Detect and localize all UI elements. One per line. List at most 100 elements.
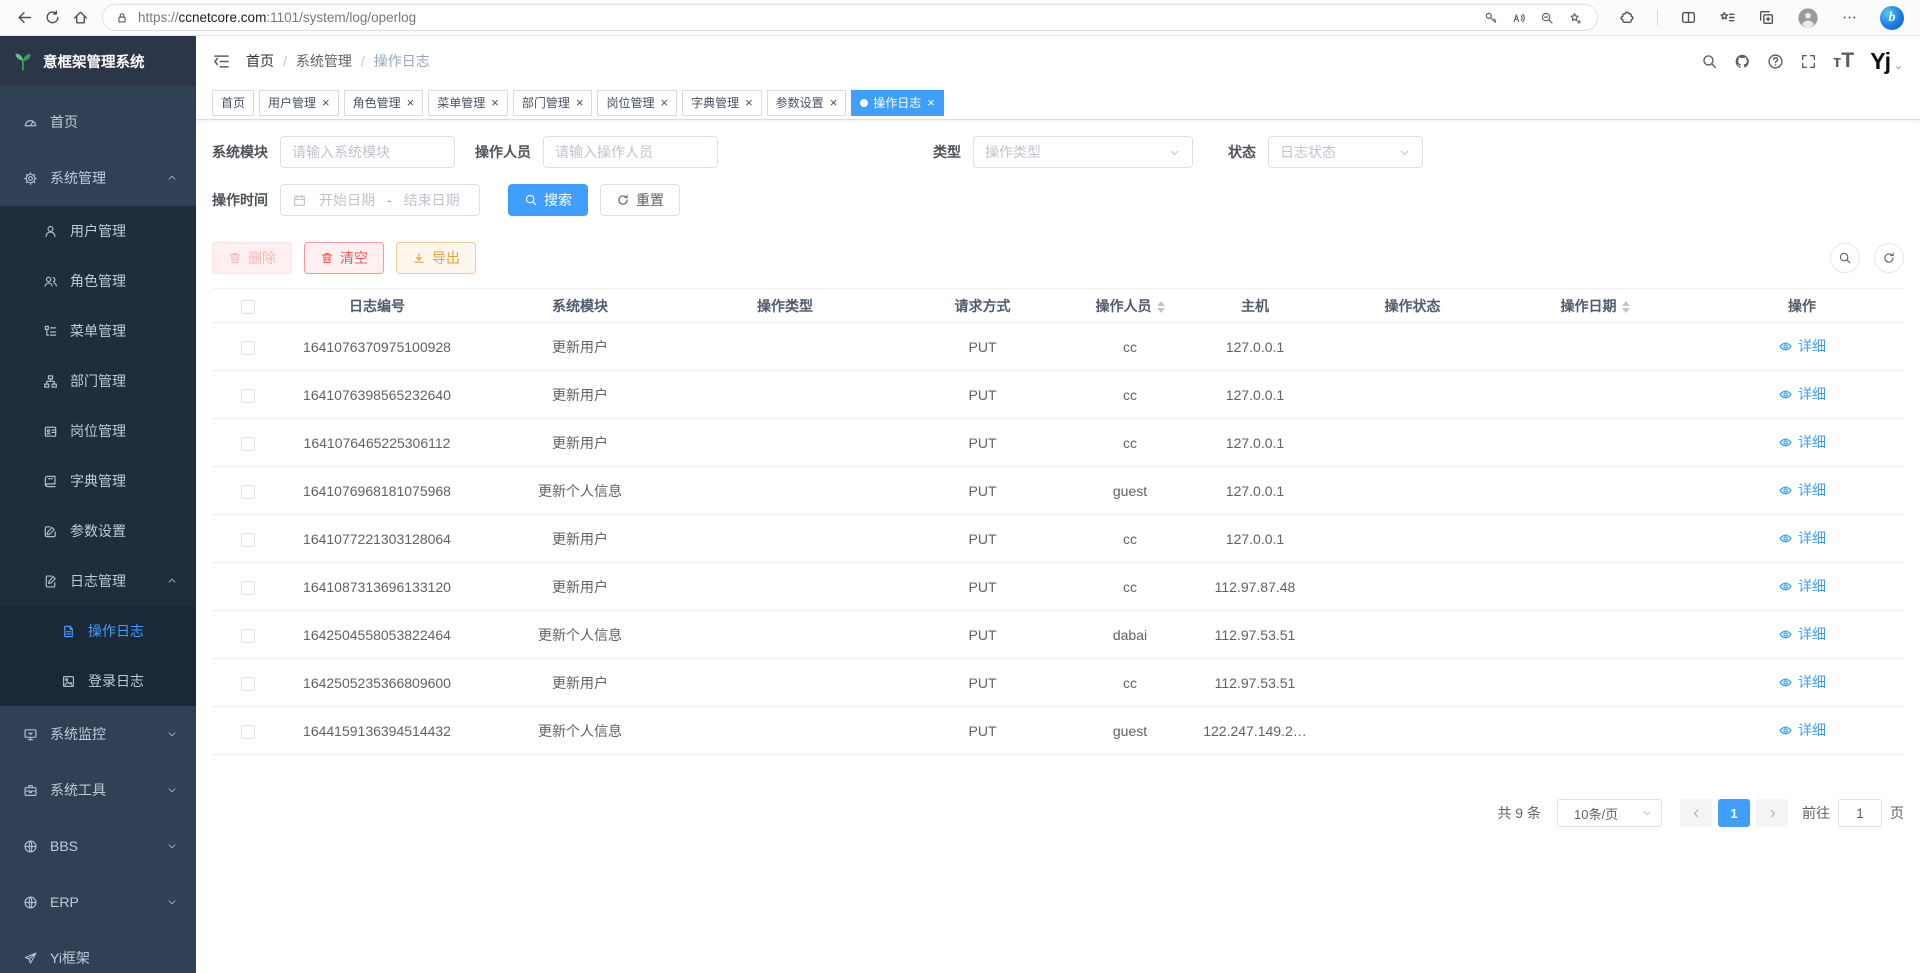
sidebar-item-post[interactable]: 岗位管理 bbox=[0, 406, 196, 456]
row-checkbox[interactable] bbox=[241, 677, 255, 691]
tab-参数设置[interactable]: 参数设置× bbox=[767, 90, 847, 116]
detail-link[interactable]: 详细 bbox=[1778, 336, 1826, 356]
clear-button[interactable]: 清空 bbox=[304, 242, 384, 274]
fullscreen-icon[interactable] bbox=[1800, 53, 1817, 70]
browser-home-button[interactable] bbox=[66, 3, 94, 33]
sidebar-item-loginlog[interactable]: 登录日志 bbox=[0, 656, 196, 706]
row-checkbox[interactable] bbox=[241, 389, 255, 403]
sidebar-item-dict[interactable]: 字典管理 bbox=[0, 456, 196, 506]
tab-首页[interactable]: 首页 bbox=[212, 90, 254, 116]
row-checkbox[interactable] bbox=[241, 533, 255, 547]
browser-back-button[interactable] bbox=[10, 3, 38, 33]
delete-button[interactable]: 删除 bbox=[212, 242, 292, 274]
sidebar-item-log[interactable]: 日志管理 bbox=[0, 556, 196, 606]
row-checkbox[interactable] bbox=[241, 437, 255, 451]
sidebar-item-tool[interactable]: 系统工具 bbox=[0, 762, 196, 818]
status-select[interactable]: 日志状态 bbox=[1268, 136, 1423, 168]
page-size-select[interactable]: 10条/页 bbox=[1557, 799, 1662, 827]
date-range-picker[interactable]: 开始日期 - 结束日期 bbox=[280, 184, 480, 216]
tab-部门管理[interactable]: 部门管理× bbox=[513, 90, 593, 116]
next-page-button[interactable] bbox=[1756, 799, 1788, 827]
export-button[interactable]: 导出 bbox=[396, 242, 476, 274]
sidebar-item-dept[interactable]: 部门管理 bbox=[0, 356, 196, 406]
tab-操作日志[interactable]: 操作日志× bbox=[851, 90, 944, 116]
detail-link[interactable]: 详细 bbox=[1778, 432, 1826, 452]
sidebar-item-param[interactable]: 参数设置 bbox=[0, 506, 196, 556]
close-icon[interactable]: × bbox=[491, 96, 499, 109]
detail-link[interactable]: 详细 bbox=[1778, 384, 1826, 404]
close-icon[interactable]: × bbox=[576, 96, 584, 109]
favorite-add-button[interactable] bbox=[1565, 6, 1593, 30]
detail-link[interactable]: 详细 bbox=[1778, 576, 1826, 596]
sort-carets[interactable] bbox=[1622, 301, 1630, 313]
sidebar-item-system[interactable]: 系统管理 bbox=[0, 150, 196, 206]
toggle-search-button[interactable] bbox=[1830, 243, 1860, 273]
extensions-icon[interactable] bbox=[1618, 9, 1635, 26]
operator-input[interactable]: 请输入操作人员 bbox=[543, 136, 718, 168]
prev-page-button[interactable] bbox=[1680, 799, 1712, 827]
detail-link[interactable]: 详细 bbox=[1778, 720, 1826, 740]
row-checkbox[interactable] bbox=[241, 629, 255, 643]
column-header: 操作 bbox=[1700, 289, 1904, 323]
cell-host: 112.97.53.51 bbox=[1175, 611, 1335, 659]
favorites-icon[interactable] bbox=[1719, 9, 1736, 26]
tab-角色管理[interactable]: 角色管理× bbox=[344, 90, 424, 116]
close-icon[interactable]: × bbox=[745, 96, 753, 109]
tab-字典管理[interactable]: 字典管理× bbox=[682, 90, 762, 116]
pagination: 共 9 条 10条/页 1 前往 1 页 bbox=[212, 799, 1904, 827]
sidebar-item-user[interactable]: 用户管理 bbox=[0, 206, 196, 256]
row-checkbox[interactable] bbox=[241, 341, 255, 355]
close-icon[interactable]: × bbox=[322, 96, 330, 109]
sort-carets[interactable] bbox=[1157, 301, 1165, 313]
detail-link[interactable]: 详细 bbox=[1778, 528, 1826, 548]
breadcrumb-item[interactable]: 首页 bbox=[246, 51, 274, 71]
zoom-out-button[interactable] bbox=[1537, 6, 1565, 30]
sidebar-item-bbs[interactable]: BBS bbox=[0, 818, 196, 874]
split-screen-icon[interactable] bbox=[1680, 9, 1697, 26]
close-icon[interactable]: × bbox=[830, 96, 838, 109]
github-icon[interactable] bbox=[1734, 53, 1751, 70]
detail-link[interactable]: 详细 bbox=[1778, 624, 1826, 644]
sidebar-item-operlog[interactable]: 操作日志 bbox=[0, 606, 196, 656]
sidebar-item-role[interactable]: 角色管理 bbox=[0, 256, 196, 306]
reset-button[interactable]: 重置 bbox=[600, 184, 680, 216]
read-aloud-button[interactable] bbox=[1509, 6, 1537, 30]
more-menu-icon[interactable] bbox=[1841, 9, 1858, 26]
row-checkbox[interactable] bbox=[241, 725, 255, 739]
sidebar-item-erp[interactable]: ERP bbox=[0, 874, 196, 930]
detail-link[interactable]: 详细 bbox=[1778, 672, 1826, 692]
module-input[interactable]: 请输入系统模块 bbox=[280, 136, 455, 168]
sidebar-item-monitor[interactable]: 系统监控 bbox=[0, 706, 196, 762]
detail-link[interactable]: 详细 bbox=[1778, 480, 1826, 500]
select-all-checkbox[interactable] bbox=[241, 300, 255, 314]
row-checkbox[interactable] bbox=[241, 485, 255, 499]
address-bar[interactable]: https://ccnetcore.com:1101/system/log/op… bbox=[102, 4, 1598, 31]
collections-icon[interactable] bbox=[1758, 9, 1775, 26]
tab-岗位管理[interactable]: 岗位管理× bbox=[597, 90, 677, 116]
page-1-button[interactable]: 1 bbox=[1718, 799, 1750, 827]
tab-菜单管理[interactable]: 菜单管理× bbox=[428, 90, 508, 116]
sidebar-item-menu[interactable]: 菜单管理 bbox=[0, 306, 196, 356]
sidebar-item-yiframe[interactable]: Yi框架 bbox=[0, 930, 196, 973]
tab-用户管理[interactable]: 用户管理× bbox=[259, 90, 339, 116]
help-icon[interactable] bbox=[1767, 53, 1784, 70]
close-icon[interactable]: × bbox=[407, 96, 415, 109]
goto-page-input[interactable]: 1 bbox=[1838, 799, 1882, 827]
sidebar-toggle-button[interactable] bbox=[212, 52, 231, 71]
user-dropdown[interactable]: Yj bbox=[1870, 48, 1904, 75]
password-key-button[interactable] bbox=[1481, 6, 1509, 30]
browser-refresh-button[interactable] bbox=[38, 3, 66, 33]
row-checkbox[interactable] bbox=[241, 581, 255, 595]
profile-avatar[interactable] bbox=[1797, 7, 1819, 29]
font-size-icon[interactable]: тT bbox=[1833, 50, 1854, 71]
type-select[interactable]: 操作类型 bbox=[973, 136, 1193, 168]
bing-copilot-icon[interactable]: b bbox=[1880, 6, 1904, 30]
checkbox-cell bbox=[212, 515, 284, 563]
breadcrumb-item[interactable]: 系统管理 bbox=[296, 51, 352, 71]
header-search-icon[interactable] bbox=[1701, 53, 1718, 70]
sidebar-item-home[interactable]: 首页 bbox=[0, 94, 196, 150]
close-icon[interactable]: × bbox=[927, 96, 935, 109]
close-icon[interactable]: × bbox=[660, 96, 668, 109]
search-button[interactable]: 搜索 bbox=[508, 184, 588, 216]
refresh-table-button[interactable] bbox=[1874, 243, 1904, 273]
